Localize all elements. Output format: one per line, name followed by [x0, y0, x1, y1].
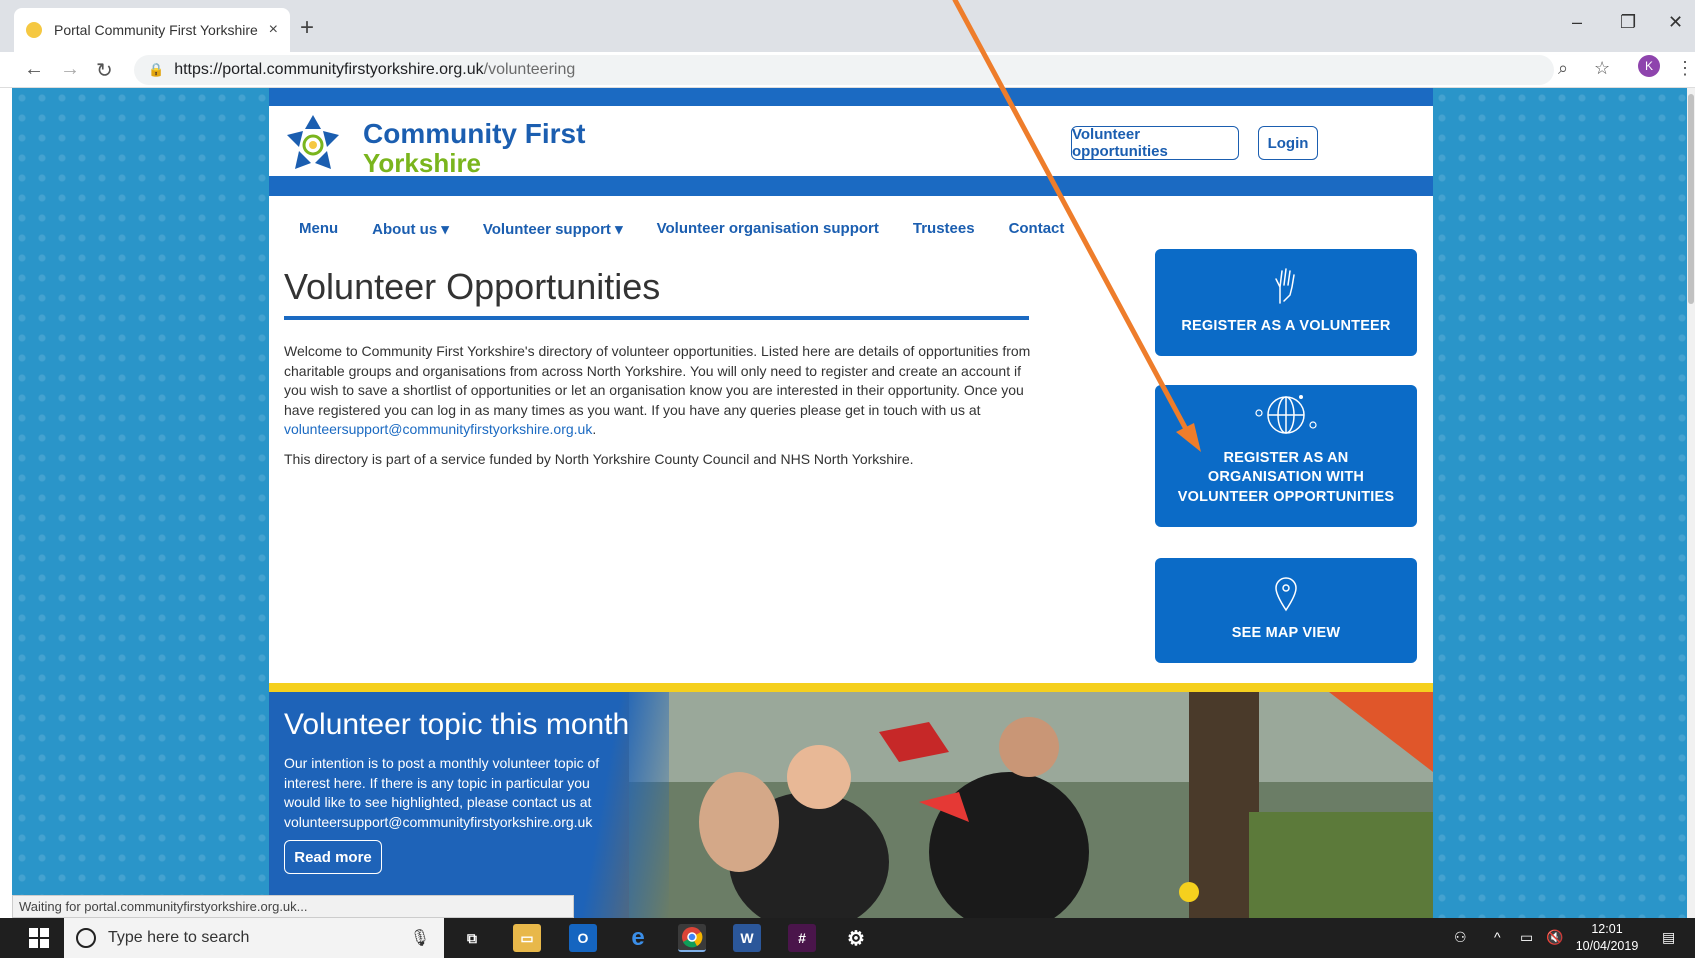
title-rule — [284, 316, 1029, 320]
show-hidden-icons[interactable]: ^ — [1494, 929, 1501, 945]
tab-close-icon[interactable]: × — [269, 21, 278, 39]
volunteers-photo — [629, 692, 1433, 918]
search-placeholder: Type here to search — [108, 929, 250, 946]
url-text: https://portal.communityfirstyorkshire.o… — [174, 61, 576, 78]
taskbar-clock[interactable]: 12:01 10/04/2019 — [1572, 921, 1642, 955]
bookmark-star-icon[interactable]: ☆ — [1594, 58, 1610, 79]
zoom-icon[interactable]: ⌕ — [1558, 58, 1568, 79]
brand-name-line2[interactable]: Yorkshire — [363, 148, 481, 179]
browser-toolbar: ← → ↻ 🔒 https://portal.communityfirstyor… — [0, 52, 1695, 88]
nav-contact[interactable]: Contact — [1009, 220, 1065, 238]
microphone-icon[interactable]: 🎙 — [410, 928, 430, 948]
topic-text: Our intention is to post a monthly volun… — [284, 755, 600, 830]
top-strip — [269, 88, 1433, 106]
nav-menu[interactable]: Menu — [299, 220, 338, 238]
lock-icon: 🔒 — [148, 62, 165, 77]
cortana-icon — [76, 928, 96, 948]
edge-icon[interactable]: e — [624, 924, 652, 952]
map-view-card[interactable]: SEE MAP VIEW — [1155, 558, 1417, 663]
support-email-link[interactable]: volunteersupport@communityfirstyorkshire… — [284, 421, 592, 437]
battery-icon[interactable]: ▭ — [1520, 929, 1533, 946]
file-explorer-icon[interactable]: ▭ — [513, 924, 541, 952]
windows-taskbar: Type here to search 🎙 ⧉ ▭ O e W # ⚙ ⚇ ^ … — [0, 918, 1695, 958]
read-more-button[interactable]: Read more — [284, 840, 382, 874]
notifications-icon[interactable]: ▤ — [1662, 929, 1675, 946]
minimize-icon[interactable]: – — [1572, 12, 1582, 33]
windows-logo-icon — [29, 928, 49, 948]
register-organisation-label: REGISTER AS AN ORGANISATION WITH VOLUNTE… — [1177, 449, 1395, 505]
slack-icon[interactable]: # — [788, 924, 816, 952]
chrome-taskbar-icon[interactable] — [678, 924, 706, 952]
nav-about-us[interactable]: About us ▾ — [372, 220, 449, 238]
task-view-icon[interactable]: ⧉ — [458, 924, 486, 952]
chrome-logo-icon — [682, 927, 703, 948]
forward-icon[interactable]: → — [60, 58, 80, 81]
volunteer-opportunities-button[interactable]: Volunteer opportunities — [1071, 126, 1239, 160]
register-volunteer-card[interactable]: REGISTER AS A VOLUNTEER — [1155, 249, 1417, 356]
nav-volunteer-organisation-support[interactable]: Volunteer organisation support — [657, 220, 879, 238]
nav-volunteer-support[interactable]: Volunteer support ▾ — [483, 220, 623, 238]
volume-muted-icon[interactable]: 🔇 — [1546, 929, 1563, 946]
map-view-label: SEE MAP VIEW — [1231, 624, 1341, 641]
raised-hand-icon — [1275, 267, 1295, 304]
map-pin-icon — [1275, 576, 1297, 611]
new-tab-button[interactable]: + — [300, 14, 314, 42]
register-organisation-card[interactable]: REGISTER AS AN ORGANISATION WITH VOLUNTE… — [1155, 385, 1417, 527]
address-bar[interactable]: 🔒 https://portal.communityfirstyorkshire… — [134, 55, 1554, 85]
profile-avatar[interactable]: K — [1638, 55, 1660, 77]
status-bar: Waiting for portal.communityfirstyorkshi… — [12, 895, 574, 918]
settings-gear-icon[interactable]: ⚙ — [842, 924, 870, 952]
tab-title: Portal Community First Yorkshire — [54, 22, 258, 38]
yellow-divider — [269, 683, 1433, 692]
browser-tab-bar: Portal Community First Yorkshire × + – ❐… — [0, 0, 1695, 52]
page-scrollbar[interactable] — [1687, 88, 1695, 918]
chrome-menu-icon[interactable]: ⋮ — [1676, 58, 1694, 79]
site-header: Community First Yorkshire Volunteer oppo… — [269, 106, 1433, 179]
close-window-icon[interactable]: ✕ — [1668, 12, 1683, 33]
page-title: Volunteer Opportunities — [284, 266, 661, 307]
back-icon[interactable]: ← — [24, 58, 44, 81]
site-container: Community First Yorkshire Volunteer oppo… — [269, 88, 1433, 918]
globe-people-icon — [1255, 394, 1317, 434]
reload-icon[interactable]: ↻ — [96, 58, 113, 83]
header-bar — [269, 176, 1433, 196]
register-volunteer-label: REGISTER AS A VOLUNTEER — [1181, 317, 1391, 334]
funding-text: This directory is part of a service fund… — [284, 450, 914, 467]
intro-text: Welcome to Community First Yorkshire's d… — [284, 342, 1034, 479]
main-nav: Menu About us ▾ Volunteer support ▾ Volu… — [299, 220, 1098, 238]
people-icon[interactable]: ⚇ — [1454, 929, 1467, 946]
topic-title: Volunteer topic this month — [284, 708, 630, 741]
favicon-icon — [26, 22, 42, 38]
nav-trustees[interactable]: Trustees — [913, 220, 975, 238]
restore-icon[interactable]: ❐ — [1620, 12, 1636, 33]
login-button[interactable]: Login — [1258, 126, 1318, 160]
volunteer-topic-banner: Volunteer topic this month Our intention… — [269, 692, 1433, 918]
start-button[interactable] — [14, 918, 64, 958]
word-icon[interactable]: W — [733, 924, 761, 952]
browser-tab[interactable]: Portal Community First Yorkshire × — [14, 8, 290, 52]
taskbar-search[interactable]: Type here to search 🎙 — [64, 918, 444, 958]
brand-name-line1[interactable]: Community First — [363, 118, 585, 150]
scrollbar-thumb[interactable] — [1688, 94, 1694, 304]
flower-logo-icon[interactable] — [283, 113, 343, 173]
outlook-icon[interactable]: O — [569, 924, 597, 952]
